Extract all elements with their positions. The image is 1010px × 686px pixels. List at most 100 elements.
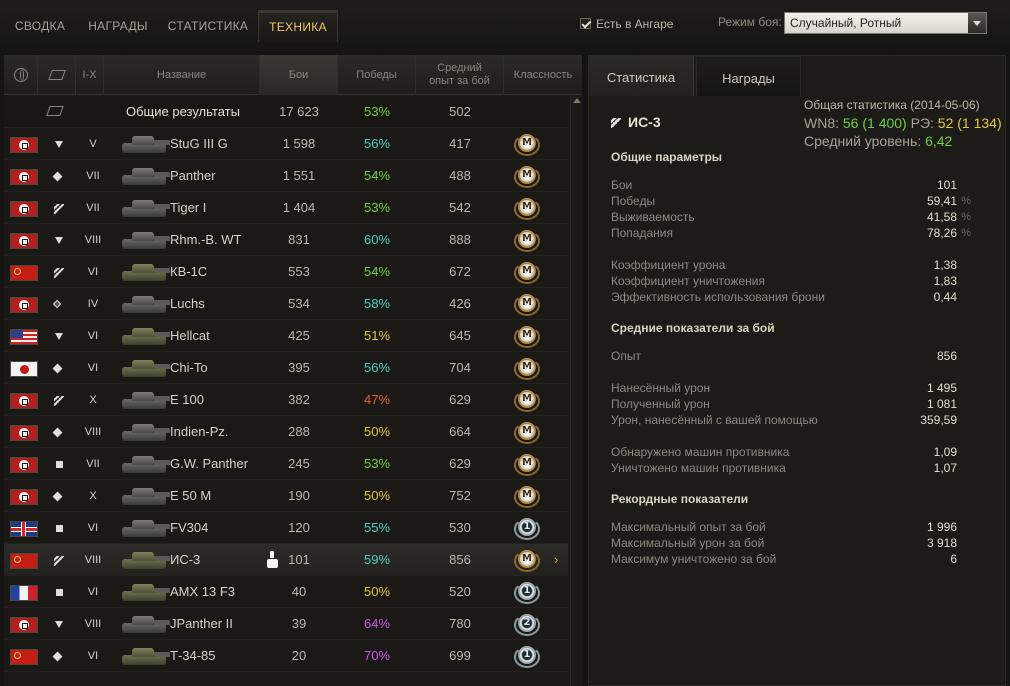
mastery-label: M: [518, 134, 536, 152]
avg-xp-value: 672: [449, 264, 471, 279]
section-records: Рекордные показатели: [611, 492, 749, 506]
nation-flag-icon: [10, 169, 38, 185]
avg-xp-value: 856: [449, 552, 471, 567]
table-row[interactable]: VI Т-34-85 20 70% 699 1: [4, 640, 568, 672]
tank-image: [116, 387, 170, 413]
battles-value: 395: [288, 360, 310, 375]
tank-image: [116, 323, 170, 349]
chevron-down-icon[interactable]: [968, 13, 986, 33]
tier-label: VII: [86, 202, 100, 214]
avg-xp-value: 629: [449, 392, 471, 407]
table-row[interactable]: IV Luchs 534 58% 426 M: [4, 288, 568, 320]
col-avg-xp-line1: Средний: [437, 62, 482, 74]
stat-value: 1,38: [933, 258, 957, 272]
nation-flag-icon: [10, 649, 38, 665]
table-row[interactable]: VII G.W. Panther 245 53% 629 M: [4, 448, 568, 480]
table-row[interactable]: VIII Rhm.-B. WT 831 60% 888 M: [4, 224, 568, 256]
mastery-label: M: [518, 486, 536, 504]
tab-details-stats[interactable]: Статистика: [589, 56, 694, 96]
re-extra: (1 134): [957, 115, 1002, 131]
battles-value: 1 551: [282, 168, 316, 183]
table-row[interactable]: VI КВ-1С 553 54% 672 M: [4, 256, 568, 288]
table-row[interactable]: V StuG III G 1 598 56% 417 M: [4, 128, 568, 160]
stat-label: Полученный урон: [611, 397, 710, 411]
tank-name: Panther: [170, 168, 216, 183]
in-hangar-checkbox[interactable]: Есть в Ангаре: [580, 15, 673, 33]
nation-flag-icon: [10, 425, 38, 441]
tab-summary[interactable]: СВОДКА: [6, 10, 74, 42]
mastery-badge-icon: M: [514, 132, 540, 156]
col-type[interactable]: [38, 55, 76, 95]
col-nation[interactable]: [4, 55, 38, 95]
table-row[interactable]: VII Panther 1 551 54% 488 M: [4, 160, 568, 192]
battles-value: 382: [288, 392, 310, 407]
stat-row: Бои 101: [611, 177, 971, 193]
table-row[interactable]: VIII ИС-3 101 59% 856 M ›: [4, 544, 568, 576]
scroll-up-icon[interactable]: [573, 98, 581, 103]
avg-xp-value: 752: [449, 488, 471, 503]
battle-mode-select[interactable]: Случайный, Ротный: [784, 12, 987, 34]
vehicle-type-icon: [54, 556, 64, 566]
wins-value: 50%: [363, 488, 391, 503]
tank-name: FV304: [170, 520, 209, 535]
tank-image: [116, 419, 170, 445]
table-row[interactable]: VI FV304 120 55% 530 1: [4, 512, 568, 544]
table-row[interactable]: X E 100 382 47% 629 M: [4, 384, 568, 416]
tier-label: VI: [87, 522, 99, 534]
wins-value: 56%: [363, 136, 391, 151]
nation-flag-icon: [10, 329, 38, 345]
stat-value: 359,59: [920, 413, 957, 427]
col-name[interactable]: Название: [104, 55, 260, 95]
tab-details-awards[interactable]: Награды: [696, 56, 801, 96]
tab-statistics[interactable]: СТАТИСТИКА: [162, 10, 254, 42]
mastery-label: M: [518, 294, 536, 312]
table-row[interactable]: VI Hellcat 425 51% 645 M: [4, 320, 568, 352]
tank-image: [116, 483, 170, 509]
stat-label: Нанесённый урон: [611, 381, 711, 395]
wins-value: 51%: [363, 328, 391, 343]
tier-label: V: [89, 138, 97, 150]
col-wins[interactable]: Победы: [338, 55, 416, 95]
tier-label: VI: [87, 266, 99, 278]
table-row[interactable]: VII Tiger I 1 404 53% 542 M: [4, 192, 568, 224]
stat-row: Максимум уничтожено за бой 6: [611, 551, 971, 567]
checkbox-icon[interactable]: [580, 18, 591, 29]
tier-label: VIII: [84, 426, 102, 438]
stat-value: 856: [936, 349, 957, 363]
col-avg-xp[interactable]: Средний опыт за бой: [416, 55, 504, 95]
vehicle-type-icon: [55, 141, 63, 148]
table-row[interactable]: VIII Indien-Pz. 288 50% 664 M: [4, 416, 568, 448]
tank-name: Tiger I: [170, 200, 207, 215]
col-mastery[interactable]: Классность: [504, 55, 582, 95]
nation-flag-icon: [10, 585, 38, 601]
avg-xp-value: 488: [449, 168, 471, 183]
table-row[interactable]: VI AMX 13 F3 40 50% 520 1: [4, 576, 568, 608]
avg-xp-value: 888: [449, 232, 471, 247]
in-hangar-label: Есть в Ангаре: [596, 17, 674, 31]
tank-name: E 100: [170, 392, 204, 407]
stat-label: Коэффициент уничтожения: [611, 274, 765, 288]
table-row[interactable]: VI Chi-To 395 56% 704 M: [4, 352, 568, 384]
stat-label: Коэффициент урона: [611, 258, 726, 272]
tank-name: AMX 13 F3: [170, 584, 236, 599]
vehicle-type-icon: [54, 204, 64, 214]
tank-name: Chi-To: [170, 360, 208, 375]
battles-value: 1 598: [282, 136, 316, 151]
stat-row: Выживаемость 41,58%: [611, 209, 971, 225]
table-row[interactable]: VIII JPanther II 39 64% 780 2: [4, 608, 568, 640]
mastery-badge-icon: 1: [514, 516, 540, 540]
table-row[interactable]: X E 50 M 190 50% 752 M: [4, 480, 568, 512]
tab-vehicles[interactable]: ТЕХНИКА: [258, 10, 338, 42]
tab-awards[interactable]: НАГРАДЫ: [82, 10, 154, 42]
avg-xp-value: 645: [449, 328, 471, 343]
battles-value: 831: [288, 232, 310, 247]
stat-value: 1,09: [933, 445, 957, 459]
avg-level-label: Средний уровень:: [804, 133, 922, 149]
vehicle-type-icon: [56, 589, 63, 596]
tank-image: [116, 163, 170, 189]
col-battles[interactable]: Бои: [260, 55, 338, 95]
stat-label: Эффективность использования брони: [611, 290, 825, 304]
scrollbar[interactable]: [570, 96, 582, 686]
col-tier[interactable]: I-X: [76, 55, 104, 95]
mastery-label: M: [518, 198, 536, 216]
